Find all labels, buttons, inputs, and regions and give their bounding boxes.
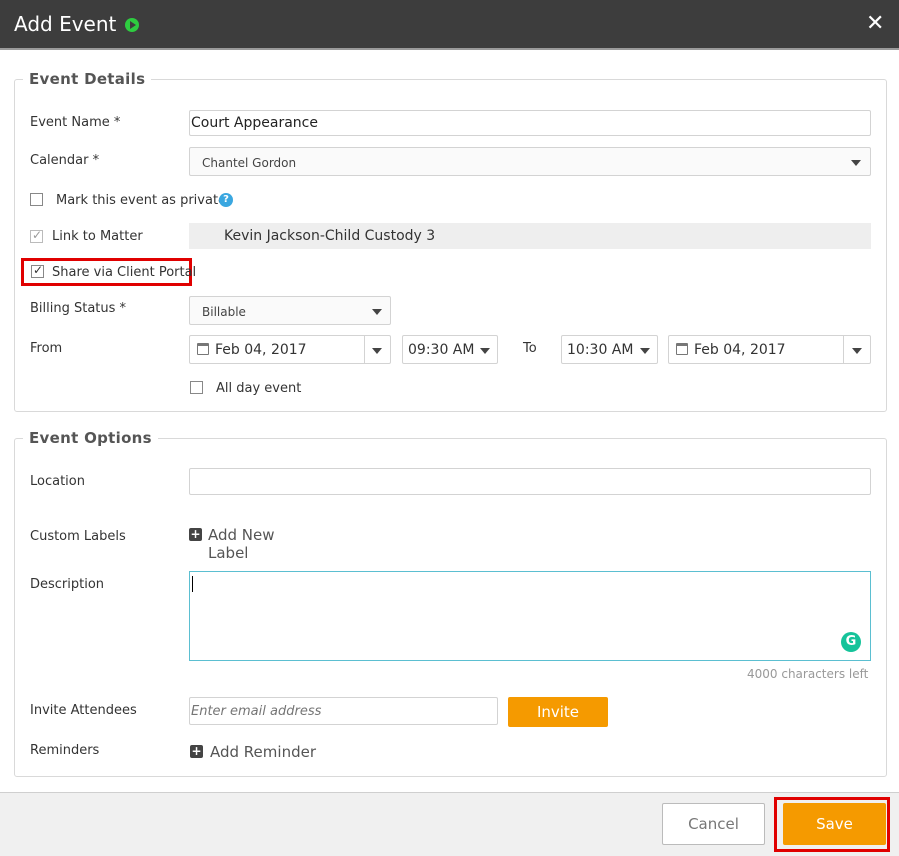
to-label: To <box>523 341 537 356</box>
to-date-picker[interactable]: Feb 04, 2017 <box>668 335 871 364</box>
all-day-label: All day event <box>216 381 302 396</box>
chevron-down-icon <box>372 309 382 315</box>
billing-status-value: Billable <box>202 305 246 319</box>
custom-labels-label: Custom Labels <box>30 529 126 544</box>
billing-status-select[interactable]: Billable <box>189 296 391 325</box>
link-matter-label: Link to Matter <box>52 229 143 244</box>
add-label-button[interactable]: + Add New Label <box>189 525 319 562</box>
from-date-value: Feb 04, 2017 <box>215 342 307 358</box>
from-time-value: 09:30 AM <box>408 342 475 358</box>
event-name-input[interactable] <box>189 110 871 136</box>
plus-icon: + <box>190 744 203 758</box>
share-portal-label: Share via Client Portal <box>52 265 197 280</box>
event-details-legend: Event Details <box>29 70 146 88</box>
text-cursor <box>192 576 193 592</box>
reminders-label: Reminders <box>30 743 100 758</box>
private-label: Mark this event as private <box>56 193 227 208</box>
dialog-titlebar: Add Event ✕ <box>0 0 899 50</box>
chevron-down-icon <box>640 348 650 354</box>
from-date-picker[interactable]: Feb 04, 2017 <box>189 335 391 364</box>
event-name-label: Event Name * <box>30 115 121 130</box>
location-input[interactable] <box>189 468 871 495</box>
email-input[interactable] <box>189 697 498 725</box>
calendar-label: Calendar * <box>30 153 100 168</box>
calendar-value: Chantel Gordon <box>202 156 297 170</box>
close-icon[interactable]: ✕ <box>866 11 884 36</box>
play-icon[interactable] <box>125 18 139 32</box>
add-label-text: Add New Label <box>208 526 275 562</box>
save-button[interactable]: Save <box>783 803 886 845</box>
description-label: Description <box>30 577 105 592</box>
chevron-down-icon <box>852 348 862 354</box>
chevron-down-icon <box>480 348 490 354</box>
help-icon[interactable]: ? <box>219 193 233 207</box>
add-reminder-button[interactable]: + Add Reminder <box>190 742 320 762</box>
plus-icon: + <box>189 527 202 541</box>
all-day-checkbox[interactable] <box>190 381 203 394</box>
event-options-legend: Event Options <box>29 429 152 447</box>
share-portal-checkbox[interactable]: ✓ <box>31 263 44 278</box>
cancel-button[interactable]: Cancel <box>662 803 765 845</box>
grammarly-icon[interactable]: G <box>841 632 861 652</box>
description-textarea[interactable]: G <box>189 571 871 661</box>
dialog-title: Add Event <box>14 12 117 36</box>
calendar-icon <box>676 343 688 355</box>
matter-value: Kevin Jackson-Child Custody 3 <box>224 228 436 244</box>
private-checkbox[interactable] <box>30 193 43 206</box>
location-label: Location <box>30 474 85 489</box>
from-time-select[interactable]: 09:30 AM <box>402 335 498 364</box>
link-matter-checkbox: ✓ <box>30 228 43 243</box>
to-date-value: Feb 04, 2017 <box>694 342 786 358</box>
chars-left-text: 4000 characters left <box>747 667 869 681</box>
from-label: From <box>30 341 63 356</box>
chevron-down-icon <box>851 160 861 166</box>
calendar-select[interactable]: Chantel Gordon <box>189 147 871 176</box>
invite-button[interactable]: Invite <box>508 697 608 727</box>
to-time-select[interactable]: 10:30 AM <box>561 335 658 364</box>
matter-field: Kevin Jackson-Child Custody 3 <box>189 223 871 249</box>
invite-attendees-label: Invite Attendees <box>30 703 137 718</box>
billing-status-label: Billing Status * <box>30 301 127 316</box>
add-reminder-text: Add Reminder <box>210 743 316 761</box>
chevron-down-icon <box>372 348 382 354</box>
to-time-value: 10:30 AM <box>567 342 634 358</box>
calendar-icon <box>197 343 209 355</box>
